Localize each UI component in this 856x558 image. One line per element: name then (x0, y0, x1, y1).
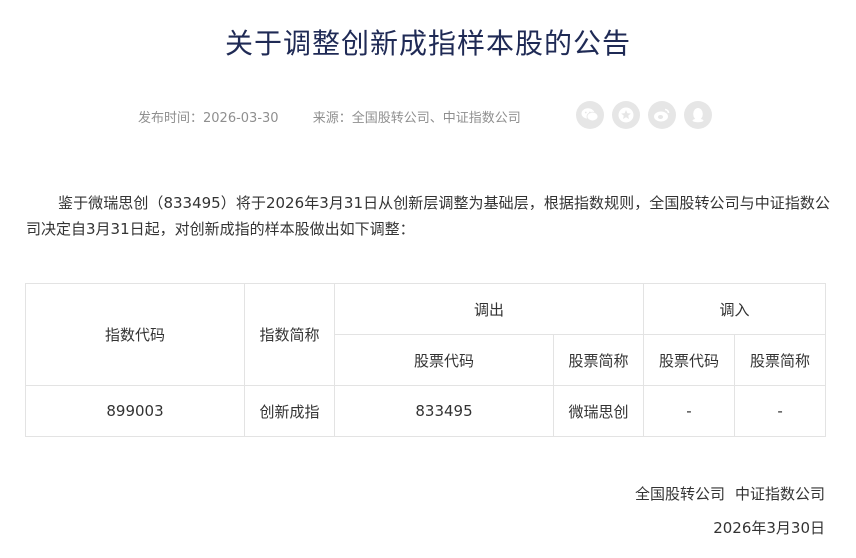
article-meta: 发布时间：2026-03-30 来源：全国股转公司、中证指数公司 (138, 107, 521, 126)
header-out-stock-code: 股票代码 (334, 334, 554, 386)
weibo-icon[interactable] (648, 101, 676, 129)
footer-org-2: 中证指数公司 (734, 485, 825, 503)
cell-in-code: - (643, 385, 736, 437)
table-header-row: 指数代码 指数简称 调出 调入 (25, 283, 827, 386)
cell-index-code: 899003 (25, 385, 245, 437)
cell-in-name: - (734, 385, 827, 437)
footer-orgs: 全国股转公司 中证指数公司 (635, 483, 825, 504)
header-index-code: 指数代码 (25, 283, 245, 386)
wechat-icon[interactable] (576, 101, 604, 129)
star-icon[interactable] (612, 101, 640, 129)
footer-date: 2026年3月30日 (713, 519, 825, 537)
publish-label: 发布时间： (138, 111, 204, 126)
header-in-stock-code: 股票代码 (643, 334, 736, 386)
header-in: 调入 (643, 283, 827, 335)
source-value: 全国股转公司、中证指数公司 (351, 111, 521, 126)
header-out: 调出 (333, 283, 645, 335)
share-bar (576, 101, 712, 129)
cell-out-name: 微瑞思创 (552, 385, 645, 437)
publish-date: 2026-03-30 (203, 111, 279, 126)
page-title: 关于调整创新成指样本股的公告 (224, 27, 631, 60)
footer-org-1: 全国股转公司 (634, 485, 725, 503)
header-in-stock-name: 股票简称 (734, 334, 827, 386)
adjustment-table: 指数代码 指数简称 调出 调入 股票代码 股票简称 股票代码 股票简称 8990… (25, 283, 827, 437)
header-out-stock-name: 股票简称 (552, 334, 645, 386)
table-row: 899003 创新成指 833495 微瑞思创 - - (25, 385, 827, 437)
source-label: 来源： (312, 111, 352, 126)
cell-index-name: 创新成指 (244, 385, 335, 437)
qq-icon[interactable] (684, 101, 712, 129)
announcement-body: 鉴于微瑞思创（833495）将于2026年3月31日从创新层调整为基础层，根据指… (26, 194, 830, 238)
header-index-name: 指数简称 (244, 283, 335, 386)
cell-out-code: 833495 (334, 385, 554, 437)
